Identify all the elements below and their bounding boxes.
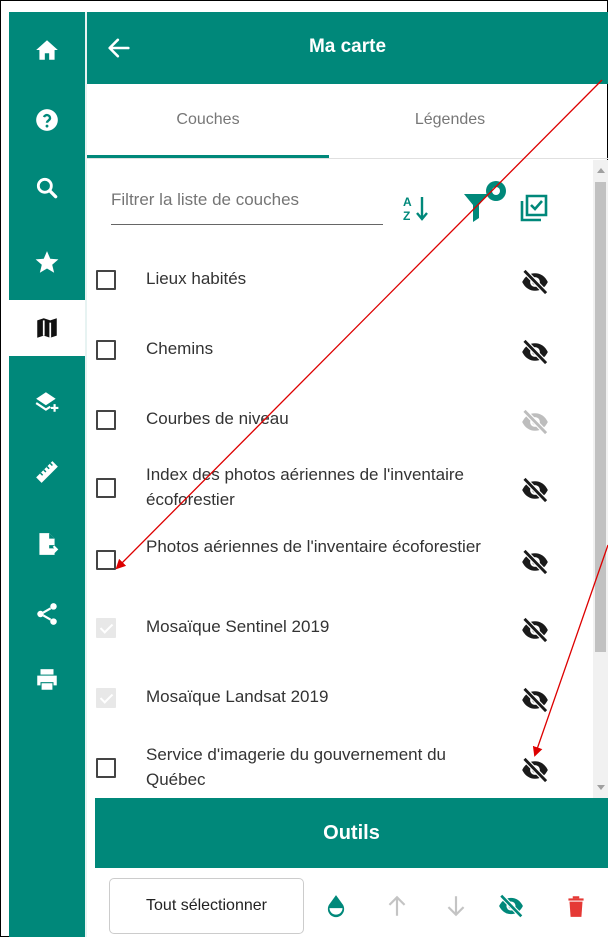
tab-legendes[interactable]: Légendes xyxy=(329,84,571,156)
home-icon xyxy=(36,40,58,60)
home-button[interactable] xyxy=(9,22,85,78)
tab-bar: Couches Légendes xyxy=(87,84,608,159)
layer-checkbox-checked[interactable] xyxy=(96,688,116,708)
layer-label: Service d'imagerie du gouvernement du Qu… xyxy=(146,745,446,789)
tools-button[interactable]: Outils xyxy=(95,798,608,868)
print-button[interactable] xyxy=(9,652,85,708)
search-button[interactable] xyxy=(9,160,85,216)
search-icon xyxy=(36,177,58,199)
layer-row: Mosaïque Sentinel 2019 xyxy=(96,610,566,650)
layer-label: Photos aériennes de l'inventaire écofore… xyxy=(146,537,481,556)
layer-row: Service d'imagerie du gouvernement du Qu… xyxy=(96,740,566,796)
scroll-down-arrow-icon[interactable] xyxy=(597,785,605,790)
visibility-off-icon[interactable] xyxy=(521,476,549,504)
add-layer-icon xyxy=(35,392,59,412)
layer-checkbox[interactable] xyxy=(96,758,116,778)
page-title: Ma carte xyxy=(308,36,387,57)
export-button[interactable] xyxy=(9,516,85,572)
layer-label: Courbes de niveau xyxy=(146,409,289,428)
share-icon xyxy=(37,603,57,625)
layer-row: Chemins xyxy=(96,332,566,372)
visibility-off-icon[interactable] xyxy=(521,268,549,296)
visibility-off-icon[interactable] xyxy=(521,756,549,784)
move-down-arrow-icon[interactable] xyxy=(443,893,469,919)
delete-icon[interactable] xyxy=(563,893,589,919)
layer-checkbox[interactable] xyxy=(96,478,116,498)
visibility-off-icon[interactable] xyxy=(521,616,549,644)
layer-actions-bar: Tout sélectionner xyxy=(87,868,608,937)
layer-filter-input[interactable] xyxy=(111,190,383,210)
panel-header: Ma carte xyxy=(87,12,608,84)
share-button[interactable] xyxy=(9,586,85,642)
map-icon xyxy=(37,318,57,338)
layer-checkbox[interactable] xyxy=(96,550,116,570)
sidebar xyxy=(9,12,85,937)
help-icon xyxy=(36,109,58,131)
visibility-off-icon[interactable] xyxy=(521,338,549,366)
visibility-off-icon[interactable] xyxy=(521,548,549,576)
export-icon xyxy=(39,533,59,555)
layer-checkbox[interactable] xyxy=(96,410,116,430)
svg-text:Z: Z xyxy=(403,209,410,223)
layer-label: Index des photos aériennes de l'inventai… xyxy=(146,465,464,509)
help-button[interactable] xyxy=(9,92,85,148)
my-map-button[interactable] xyxy=(9,300,85,356)
print-icon xyxy=(37,669,57,690)
scrollbar-thumb[interactable] xyxy=(595,182,606,652)
visibility-off-icon[interactable] xyxy=(521,686,549,714)
active-tab-indicator xyxy=(87,155,329,158)
layer-filter-field xyxy=(111,190,383,225)
filter-visible-icon[interactable] xyxy=(462,180,510,224)
layer-label: Mosaïque Sentinel 2019 xyxy=(146,617,330,636)
tab-couches[interactable]: Couches xyxy=(87,84,329,156)
visibility-off-icon[interactable] xyxy=(498,893,524,919)
layer-checkbox[interactable] xyxy=(96,270,116,290)
star-icon xyxy=(35,251,59,273)
layer-label: Mosaïque Landsat 2019 xyxy=(146,687,329,706)
layer-label: Chemins xyxy=(146,339,214,358)
move-up-arrow-icon[interactable] xyxy=(384,893,410,919)
layer-row: Courbes de niveau xyxy=(96,402,566,442)
add-layer-button[interactable] xyxy=(9,374,85,430)
measure-icon xyxy=(36,461,58,483)
layer-checkbox[interactable] xyxy=(96,340,116,360)
layer-list-scrollbar[interactable] xyxy=(593,160,608,798)
scroll-up-arrow-icon[interactable] xyxy=(597,168,605,173)
svg-text:A: A xyxy=(403,195,412,209)
layer-checkbox-checked[interactable] xyxy=(96,618,116,638)
measure-button[interactable] xyxy=(9,444,85,500)
layer-label: Lieux habités xyxy=(146,269,247,288)
layer-row: Lieux habités xyxy=(96,262,566,302)
visibility-off-icon[interactable] xyxy=(521,408,549,436)
sort-az-icon[interactable]: A Z xyxy=(402,194,430,224)
opacity-icon[interactable] xyxy=(323,893,349,919)
favorites-button[interactable] xyxy=(9,234,85,290)
select-visible-layers-icon[interactable] xyxy=(519,193,549,223)
layer-row: Photos aériennes de l'inventaire écofore… xyxy=(96,532,566,588)
layer-row: Mosaïque Landsat 2019 xyxy=(96,680,566,720)
layer-row: Index des photos aériennes de l'inventai… xyxy=(96,460,566,516)
select-all-button[interactable]: Tout sélectionner xyxy=(109,878,304,934)
